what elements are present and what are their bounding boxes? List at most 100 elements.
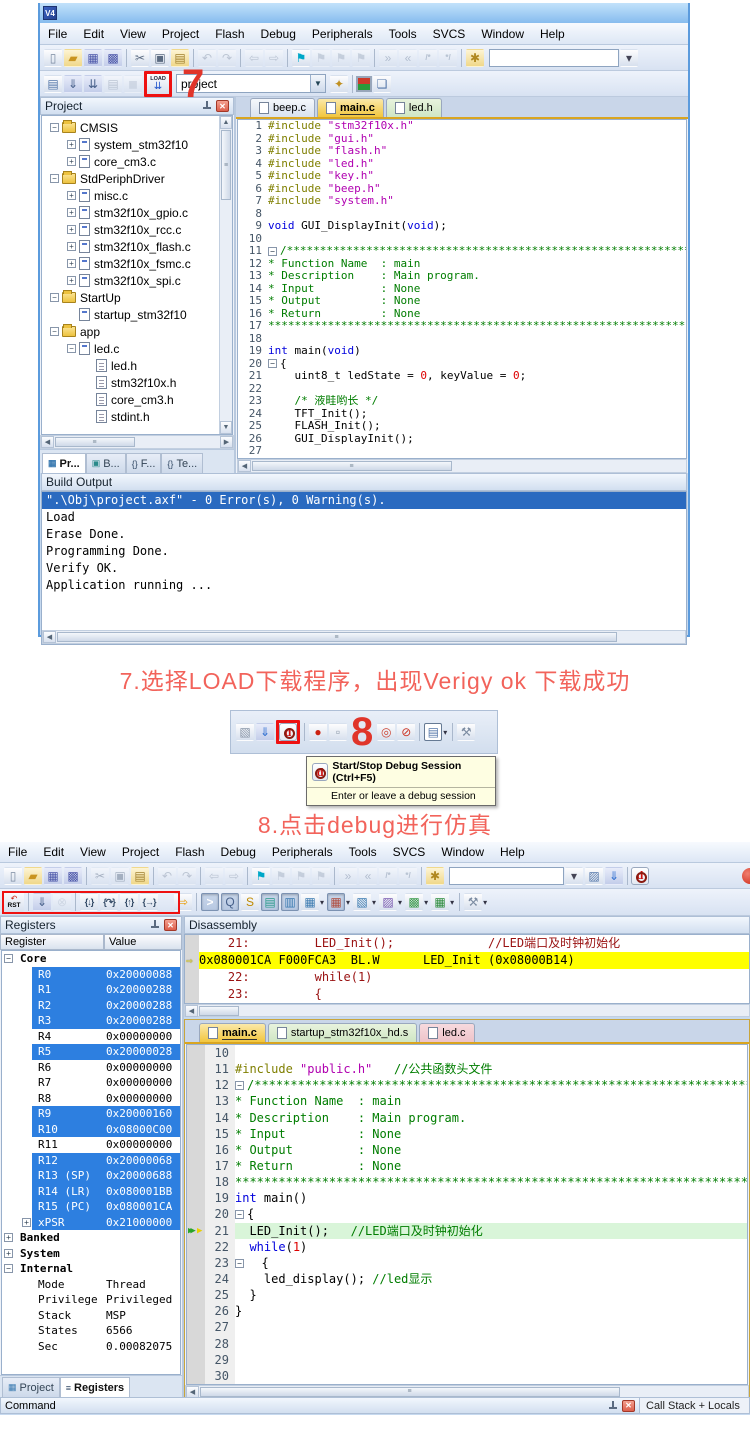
scroll-up-icon[interactable]: ▲: [220, 116, 232, 129]
menu-item-project[interactable]: Project: [154, 25, 207, 43]
open-folder-icon[interactable]: ▰: [64, 48, 82, 67]
menu-item-window[interactable]: Window: [473, 25, 532, 43]
nav-back-icon[interactable]: ⇦: [245, 48, 263, 67]
register-row[interactable]: Sec 0.00082075: [2, 1339, 180, 1355]
tree-item[interactable]: + stm32f10x_flash.c: [42, 238, 232, 255]
save-all-icon[interactable]: ▩: [64, 866, 82, 885]
menu-item-flash[interactable]: Flash: [167, 843, 212, 861]
load-icon[interactable]: LOAD ⇊: [147, 73, 169, 94]
dropdown-arrow-icon[interactable]: ▾: [398, 898, 402, 907]
register-row[interactable]: R3 0x20000288: [2, 1013, 180, 1029]
command-window-icon[interactable]: >: [201, 893, 219, 911]
collapse-icon[interactable]: −: [50, 174, 59, 183]
disable-breakpoints-icon[interactable]: ◎: [377, 723, 396, 741]
panel-tab-b-[interactable]: ▣ B...: [85, 453, 126, 473]
editor-tab-startup-stm32f10x-hd-s[interactable]: startup_stm32f10x_hd.s: [267, 1023, 418, 1042]
trace-window-icon[interactable]: ▨: [379, 893, 398, 911]
dropdown-arrow-icon[interactable]: ▾: [346, 898, 350, 907]
bookmark-clear-icon[interactable]: ⚑: [352, 48, 370, 67]
save-icon[interactable]: ▦: [84, 48, 102, 67]
register-column-header[interactable]: Register: [0, 934, 104, 950]
build-icon[interactable]: ⇓: [64, 74, 82, 93]
step-out-icon[interactable]: {↑}: [120, 893, 138, 911]
editor-horizontal-scrollbar[interactable]: ◀ ≡: [237, 459, 687, 473]
tree-item[interactable]: + stm32f10x_rcc.c: [42, 221, 232, 238]
indent-icon[interactable]: »: [339, 866, 357, 885]
menu-item-view[interactable]: View: [72, 843, 114, 861]
stop-build-icon[interactable]: ◼: [124, 74, 142, 93]
menu-item-peripherals[interactable]: Peripherals: [304, 25, 381, 43]
tree-item[interactable]: + system_stm32f10: [42, 136, 232, 153]
menu-item-edit[interactable]: Edit: [35, 843, 72, 861]
run-to-line-icon[interactable]: {→}: [140, 893, 158, 911]
outdent-icon[interactable]: «: [399, 48, 417, 67]
close-icon[interactable]: ✕: [164, 919, 177, 931]
save-icon[interactable]: ▦: [44, 866, 62, 885]
tree-item[interactable]: − StartUp: [42, 289, 232, 306]
copy-icon[interactable]: ▣: [111, 866, 129, 885]
dropdown-arrow-icon[interactable]: ▾: [483, 898, 487, 907]
undo-icon[interactable]: ↶: [158, 866, 176, 885]
step-into-icon[interactable]: {↓}: [80, 893, 98, 911]
menu-item-peripherals[interactable]: Peripherals: [264, 843, 341, 861]
editor-horizontal-scrollbar[interactable]: ◀ ≡: [185, 1384, 749, 1397]
expand-icon[interactable]: +: [4, 1233, 13, 1242]
fold-collapse-icon[interactable]: −: [235, 1258, 244, 1268]
breakpoint-icon[interactable]: ●: [309, 723, 327, 741]
register-row[interactable]: R13 (SP) 0x20000688: [2, 1168, 180, 1184]
outdent-icon[interactable]: «: [359, 866, 377, 885]
menu-item-file[interactable]: File: [40, 25, 75, 43]
tree-item[interactable]: core_cm3.h: [42, 391, 232, 408]
scrollbar-thumb[interactable]: [199, 1005, 239, 1016]
register-row[interactable]: R2 0x20000288: [2, 997, 180, 1013]
search-input[interactable]: [449, 866, 564, 885]
pin-icon[interactable]: [608, 1400, 618, 1411]
target-options-icon[interactable]: [356, 75, 372, 92]
new-file-icon[interactable]: ▯: [44, 48, 62, 67]
tree-item[interactable]: stm32f10x.h: [42, 374, 232, 391]
dropdown-arrow-icon[interactable]: ▾: [450, 898, 454, 907]
tree-item[interactable]: + stm32f10x_fsmc.c: [42, 255, 232, 272]
editor-tab-main-c[interactable]: main.c: [199, 1023, 266, 1042]
value-column-header[interactable]: Value: [104, 934, 182, 950]
tree-item[interactable]: − app: [42, 323, 232, 340]
bookmark-icon[interactable]: ⚑: [292, 48, 310, 67]
scroll-left-icon[interactable]: ◀: [43, 631, 56, 643]
batch-build-icon[interactable]: ▤: [104, 74, 122, 93]
breakpoint-icon[interactable]: [742, 868, 750, 884]
menu-item-view[interactable]: View: [112, 25, 154, 43]
registers-list[interactable]: − Core R0 0x20000088 R1 0x20000288 R2 0x2000028…: [1, 950, 181, 1375]
next-statement-icon[interactable]: ⇨: [174, 893, 192, 911]
panel-tab-pr-[interactable]: ▦ Pr...: [42, 453, 86, 473]
scrollbar-thumb[interactable]: ≡: [55, 437, 135, 447]
bookmark-icon[interactable]: ⚑: [252, 866, 270, 885]
register-row[interactable]: R9 0x20000160: [2, 1106, 180, 1122]
dropdown-arrow-icon[interactable]: ▼: [310, 75, 325, 92]
dropdown-arrow-icon[interactable]: ▾: [320, 898, 324, 907]
nav-back-icon[interactable]: ⇦: [205, 866, 223, 885]
search-drop-icon[interactable]: ▾: [565, 866, 583, 885]
editor-tab-led-h[interactable]: led.h: [385, 98, 442, 117]
menu-item-debug[interactable]: Debug: [213, 843, 264, 861]
rst-icon[interactable]: ↶ RST: [4, 892, 24, 912]
disassembly-horizontal-scrollbar[interactable]: ◀: [184, 1004, 750, 1017]
expand-icon[interactable]: +: [67, 208, 76, 217]
nav-forward-icon[interactable]: ⇨: [265, 48, 283, 67]
flash-download-icon[interactable]: ⇓: [256, 723, 274, 741]
register-row[interactable]: R14 (LR) 0x080001BB: [2, 1183, 180, 1199]
scrollbar-thumb[interactable]: ≡: [200, 1386, 620, 1397]
wrench-icon[interactable]: ⚒: [457, 723, 476, 741]
menu-item-edit[interactable]: Edit: [75, 25, 112, 43]
comment-icon[interactable]: /*: [419, 48, 437, 67]
find-in-files-icon[interactable]: ✱: [426, 866, 444, 885]
editor-tab-beep-c[interactable]: beep.c: [250, 98, 316, 117]
save-all-icon[interactable]: ▩: [104, 48, 122, 67]
register-row[interactable]: Stack MSP: [2, 1308, 180, 1324]
new-file-icon[interactable]: ▯: [4, 866, 22, 885]
collapse-icon[interactable]: −: [4, 954, 13, 963]
scroll-left-icon[interactable]: ◀: [41, 436, 54, 448]
project-tree[interactable]: − CMSIS + system_stm32f10 + core_cm3.c − StdPer…: [41, 115, 233, 435]
register-row[interactable]: R11 0x00000000: [2, 1137, 180, 1153]
fold-collapse-icon[interactable]: −: [235, 1210, 244, 1220]
scroll-left-icon[interactable]: ◀: [185, 1004, 198, 1017]
